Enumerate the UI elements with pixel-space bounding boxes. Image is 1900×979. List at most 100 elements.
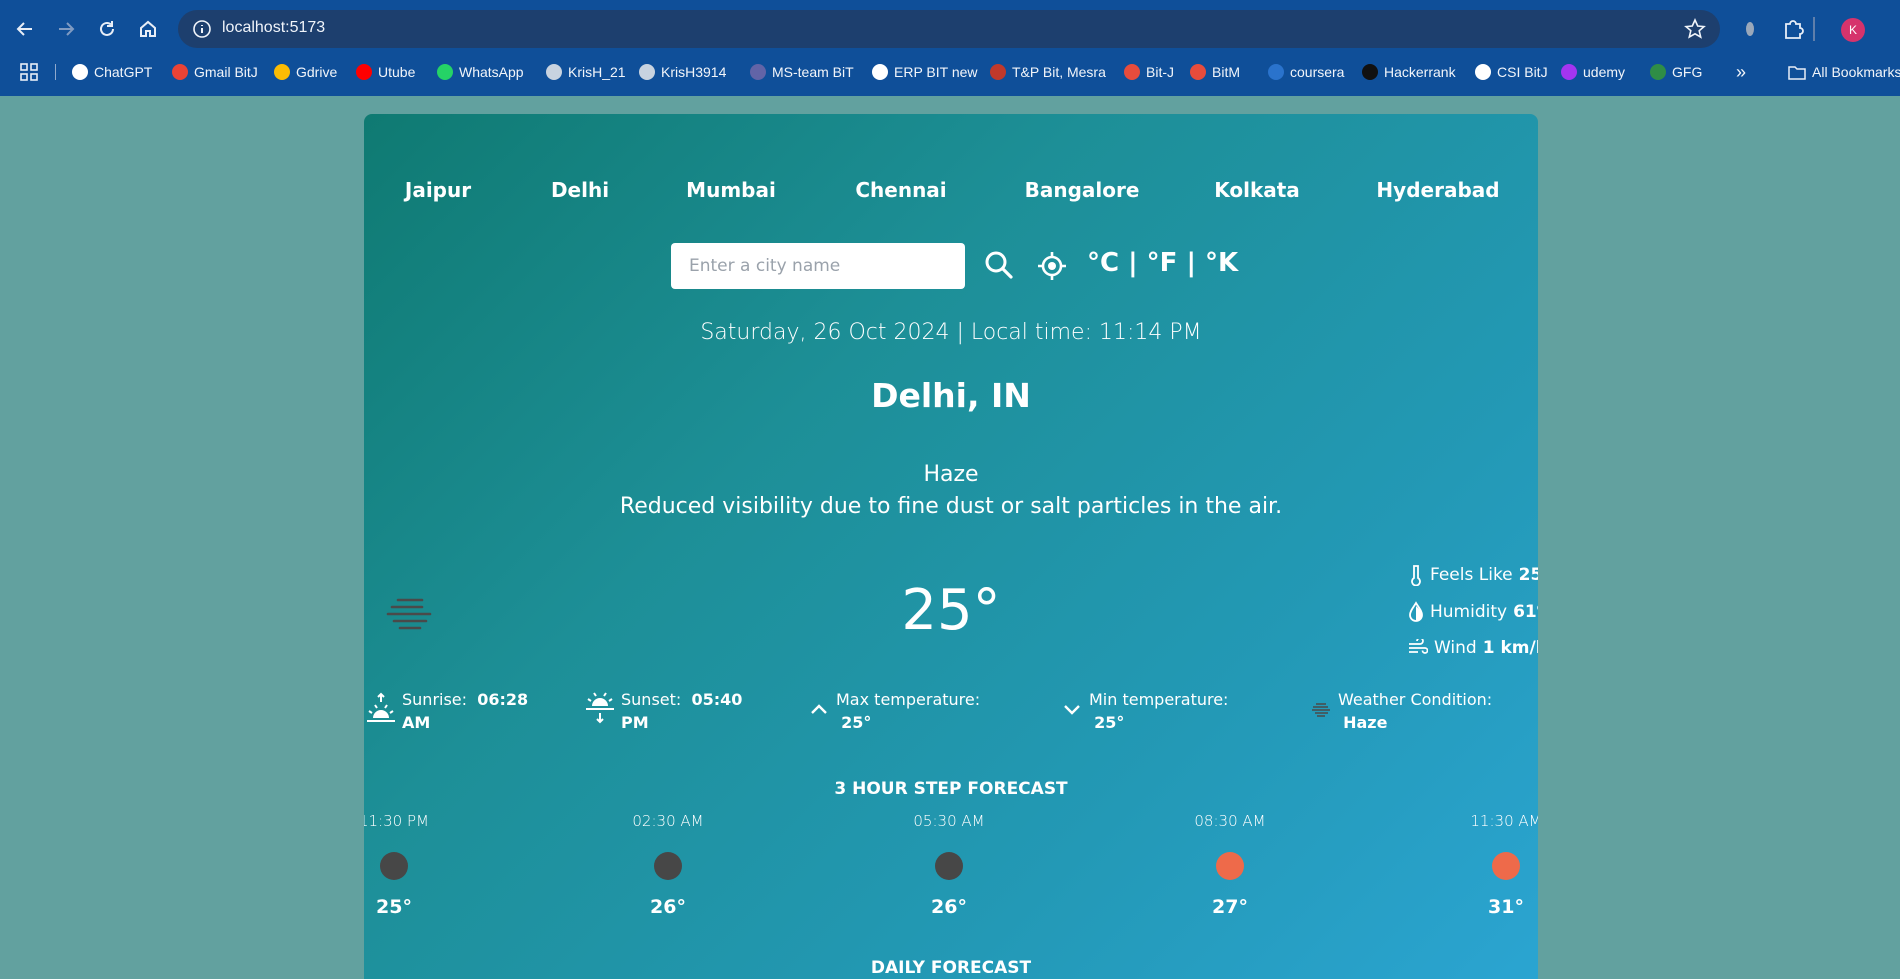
- hourly-time: 02:30 AM: [632, 812, 704, 830]
- bookmarks-bar: ChatGPT Gmail BitJ Gdrive Utube WhatsApp Kris…: [0, 56, 1900, 88]
- bookmark-krish-21[interactable]: KrisH_21: [546, 61, 626, 83]
- bookmark-label[interactable]: udemy: [1583, 64, 1625, 80]
- search-icon[interactable]: [984, 250, 1014, 284]
- bookmark-favicon-icon: [1190, 64, 1206, 80]
- bookmark-favicon-icon: [356, 64, 372, 80]
- hourly-item: 08:30 AM 27°: [1170, 812, 1290, 918]
- all-bookmarks-folder[interactable]: All Bookmarks: [1788, 61, 1900, 83]
- bookmark-favicon-icon: [1650, 64, 1666, 80]
- thermometer-icon: [1411, 565, 1421, 586]
- bookmark-label[interactable]: Utube: [378, 64, 415, 80]
- bookmark-label[interactable]: Hackerrank: [1384, 64, 1456, 80]
- extension-puzzle-icon[interactable]: [1735, 14, 1765, 44]
- bookmark-gdrive[interactable]: Gdrive: [274, 61, 337, 83]
- bookmark-label[interactable]: ChatGPT: [94, 64, 152, 80]
- extensions-icon[interactable]: [1778, 14, 1808, 44]
- city-button-mumbai[interactable]: Mumbai: [686, 178, 776, 202]
- bookmark-udemy[interactable]: udemy: [1561, 61, 1625, 83]
- hourly-time: 11:30 AM: [1470, 812, 1538, 830]
- unit-toggle[interactable]: °C | °F | °K: [1087, 248, 1238, 278]
- home-icon[interactable]: [133, 14, 163, 44]
- bookmark-bit-j[interactable]: Bit-J: [1124, 61, 1174, 83]
- city-search-input[interactable]: [671, 243, 965, 289]
- city-button-hyderabad[interactable]: Hyderabad: [1376, 178, 1499, 202]
- bookmark-utube[interactable]: Utube: [356, 61, 415, 83]
- weather-condition: Haze: [923, 462, 979, 487]
- bookmark-favicon-icon: [639, 64, 655, 80]
- hourly-temp: 26°: [650, 896, 686, 918]
- bookmark-star-icon[interactable]: [1684, 18, 1706, 40]
- moon-icon: [935, 852, 963, 880]
- city-button-kolkata[interactable]: Kolkata: [1214, 178, 1300, 202]
- hourly-forecast-title: 3 HOUR STEP FORECAST: [834, 779, 1068, 799]
- bookmark-favicon-icon: [1475, 64, 1491, 80]
- apps-grid-icon[interactable]: [20, 61, 38, 83]
- feels-like-label: Feels Like: [1430, 565, 1513, 585]
- all-bookmarks-label[interactable]: All Bookmarks: [1812, 64, 1900, 80]
- hourly-temp: 27°: [1212, 896, 1248, 918]
- bookmark-label[interactable]: MS-team BiT: [772, 64, 854, 80]
- bookmark-label[interactable]: CSI BitJ: [1497, 64, 1548, 80]
- location-title: Delhi, IN: [871, 376, 1031, 415]
- address-bar[interactable]: localhost:5173: [178, 10, 1720, 48]
- profile-avatar[interactable]: K: [1841, 18, 1865, 42]
- bookmark-chatgpt[interactable]: ChatGPT: [72, 61, 152, 83]
- hourly-item: 11:30 PM 25°: [364, 812, 454, 918]
- bookmark-favicon-icon: [872, 64, 888, 80]
- city-button-delhi[interactable]: Delhi: [551, 178, 609, 202]
- bookmark-whatsapp[interactable]: WhatsApp: [437, 61, 524, 83]
- bookmark-label[interactable]: GFG: [1672, 64, 1702, 80]
- sun-icon: [1492, 852, 1520, 880]
- reload-icon[interactable]: [92, 14, 122, 44]
- bookmark-hackerrank[interactable]: Hackerrank: [1362, 61, 1456, 83]
- sunrise-stat: Sunrise: 06:28 AM: [366, 688, 528, 734]
- folder-icon: [1788, 66, 1806, 80]
- bookmark-label[interactable]: BitM: [1212, 64, 1240, 80]
- bookmark-label[interactable]: Gdrive: [296, 64, 337, 80]
- bookmark-csi-bitj[interactable]: CSI BitJ: [1475, 61, 1548, 83]
- bookmark-coursera[interactable]: coursera: [1268, 61, 1344, 83]
- city-button-bangalore[interactable]: Bangalore: [1025, 178, 1140, 202]
- more-bookmarks-chevron[interactable]: »: [1736, 61, 1746, 83]
- browser-toolbar: localhost:5173 K: [0, 6, 1900, 52]
- bookmark-ms-team-bit[interactable]: MS-team BiT: [750, 61, 854, 83]
- bookmark-label[interactable]: KrisH3914: [661, 64, 726, 80]
- bookmark-label[interactable]: T&P Bit, Mesra: [1012, 64, 1106, 80]
- bookmark-erp-bit-new[interactable]: ERP BIT new: [872, 61, 978, 83]
- humidity-drop-icon: [1409, 601, 1423, 622]
- min-temp-value: 25°: [1094, 713, 1125, 732]
- humidity-value: 61%: [1513, 602, 1538, 622]
- bookmark-label[interactable]: coursera: [1290, 64, 1344, 80]
- bookmark-gmail-bitj[interactable]: Gmail BitJ: [172, 61, 258, 83]
- url-text[interactable]: localhost:5173: [222, 19, 325, 37]
- bookmark-label[interactable]: WhatsApp: [459, 64, 524, 80]
- city-button-chennai[interactable]: Chennai: [855, 178, 946, 202]
- max-temp-value: 25°: [841, 713, 872, 732]
- bookmark-favicon-icon: [750, 64, 766, 80]
- site-info-icon[interactable]: [192, 19, 212, 39]
- sunrise-time: 06:28: [477, 690, 529, 709]
- feels-like-value: 25°: [1518, 565, 1538, 585]
- back-icon[interactable]: [10, 14, 40, 44]
- bookmark-gfg[interactable]: GFG: [1650, 61, 1702, 83]
- weather-condition-stat: Weather Condition: Haze: [1310, 688, 1492, 734]
- bookmark-krish3914[interactable]: KrisH3914: [639, 61, 726, 83]
- location-icon[interactable]: [1037, 251, 1067, 285]
- bookmark-label[interactable]: Gmail BitJ: [194, 64, 258, 80]
- bookmark-t-p-bit-mesra[interactable]: T&P Bit, Mesra: [990, 61, 1106, 83]
- bookmark-bitm[interactable]: BitM: [1190, 61, 1240, 83]
- bookmark-label[interactable]: Bit-J: [1146, 64, 1174, 80]
- max-temp-stat: Max temperature: 25°: [808, 688, 980, 734]
- hourly-item: 02:30 AM 26°: [608, 812, 728, 918]
- forward-icon[interactable]: [51, 14, 81, 44]
- hourly-time: 08:30 AM: [1194, 812, 1266, 830]
- current-temperature: 25°: [901, 578, 1001, 643]
- sunrise-icon: [367, 692, 395, 722]
- bookmark-label[interactable]: ERP BIT new: [894, 64, 978, 80]
- bookmark-favicon-icon: [1561, 64, 1577, 80]
- moon-icon: [380, 852, 408, 880]
- bookmark-favicon-icon: [546, 64, 562, 80]
- haze-small-icon: [1312, 703, 1330, 717]
- city-button-jaipur[interactable]: Jaipur: [405, 178, 471, 202]
- bookmark-label[interactable]: KrisH_21: [568, 64, 626, 80]
